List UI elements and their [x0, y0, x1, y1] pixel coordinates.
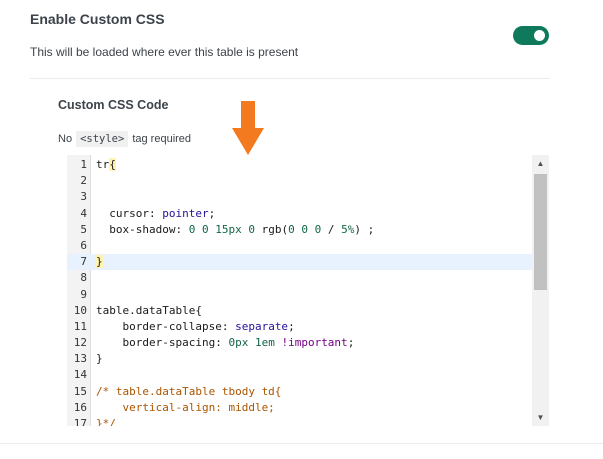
section-description: This will be loaded where ever this tabl…: [30, 45, 299, 59]
code-line[interactable]: 10 table.dataTable{: [67, 303, 532, 319]
arrow-down-icon: [232, 101, 264, 155]
line-code: tr{: [96, 158, 116, 171]
line-code: }: [96, 352, 103, 366]
code-line[interactable]: 5 box-shadow: 0 0 15px 0 rgb(0 0 0 / 5%)…: [67, 222, 532, 238]
line-number: 12: [73, 336, 87, 350]
line-number: 6: [80, 238, 87, 252]
line-number: 4: [80, 206, 87, 220]
hint-suffix: tag required: [132, 133, 192, 145]
code-line[interactable]: 11 border-collapse: separate;: [67, 319, 532, 335]
line-code: border-spacing: 0px 1em !important;: [96, 336, 355, 350]
code-lines[interactable]: 1 tr{2 3 4 cursor: pointer; 5 box-shadow: 0 …: [67, 157, 532, 426]
line-code: box-shadow: 0 0 15px 0 rgb(0 0 0 / 5%) ;: [96, 222, 375, 236]
css-field-hint: No <style> tag required: [58, 131, 191, 147]
enable-custom-css-toggle[interactable]: [513, 26, 549, 45]
line-number: 3: [80, 190, 87, 204]
line-number: 10: [73, 303, 87, 317]
line-number: 2: [80, 174, 87, 188]
line-number: 8: [80, 271, 87, 285]
editor-scrollbar[interactable]: ▲ ▼: [532, 155, 549, 426]
line-number: 5: [80, 222, 87, 236]
code-line[interactable]: 9: [67, 287, 532, 303]
line-code: }*/: [96, 417, 116, 426]
line-number: 16: [73, 400, 87, 414]
code-line[interactable]: 15 /* table.dataTable tbody td{: [67, 384, 532, 400]
hint-code: <style>: [76, 131, 129, 147]
section-title: Enable Custom CSS: [30, 11, 165, 27]
hint-prefix: No: [58, 133, 73, 145]
toggle-knob: [534, 30, 545, 41]
scrollbar-thumb[interactable]: [534, 174, 547, 290]
code-line[interactable]: 14: [67, 367, 532, 383]
code-line[interactable]: 6: [67, 238, 532, 254]
line-code: cursor: pointer;: [96, 206, 216, 220]
line-number: 14: [73, 368, 87, 382]
line-number: 15: [73, 384, 87, 398]
line-number: 9: [80, 287, 87, 301]
css-code-editor[interactable]: 1 tr{2 3 4 cursor: pointer; 5 box-shadow: 0 …: [67, 155, 549, 426]
code-line[interactable]: 1 tr{: [67, 157, 532, 173]
code-line[interactable]: 8: [67, 270, 532, 286]
line-code: vertical-align: middle;: [96, 400, 275, 414]
scroll-up-icon[interactable]: ▲: [532, 155, 549, 172]
code-line[interactable]: 17 }*/: [67, 416, 532, 426]
code-line[interactable]: 3: [67, 189, 532, 205]
divider: [30, 78, 550, 79]
line-code: /* table.dataTable tbody td{: [96, 384, 282, 398]
css-field-label: Custom CSS Code: [58, 98, 169, 112]
line-number: 11: [73, 319, 87, 333]
code-line[interactable]: 4 cursor: pointer;: [67, 206, 532, 222]
line-code: border-collapse: separate;: [96, 319, 295, 333]
code-line[interactable]: 13}: [67, 351, 532, 367]
line-number: 13: [73, 352, 87, 366]
line-number: 1: [80, 158, 87, 171]
line-code: }: [96, 255, 103, 269]
scroll-down-icon[interactable]: ▼: [532, 409, 549, 426]
line-number: 17: [73, 417, 87, 426]
line-code: table.dataTable{: [96, 303, 202, 317]
line-number: 7: [80, 255, 87, 269]
code-line[interactable]: 2: [67, 173, 532, 189]
code-line[interactable]: 12 border-spacing: 0px 1em !important;: [67, 335, 532, 351]
code-line[interactable]: 7}: [67, 254, 532, 271]
code-line[interactable]: 16 vertical-align: middle;: [67, 400, 532, 416]
divider: [0, 443, 603, 444]
